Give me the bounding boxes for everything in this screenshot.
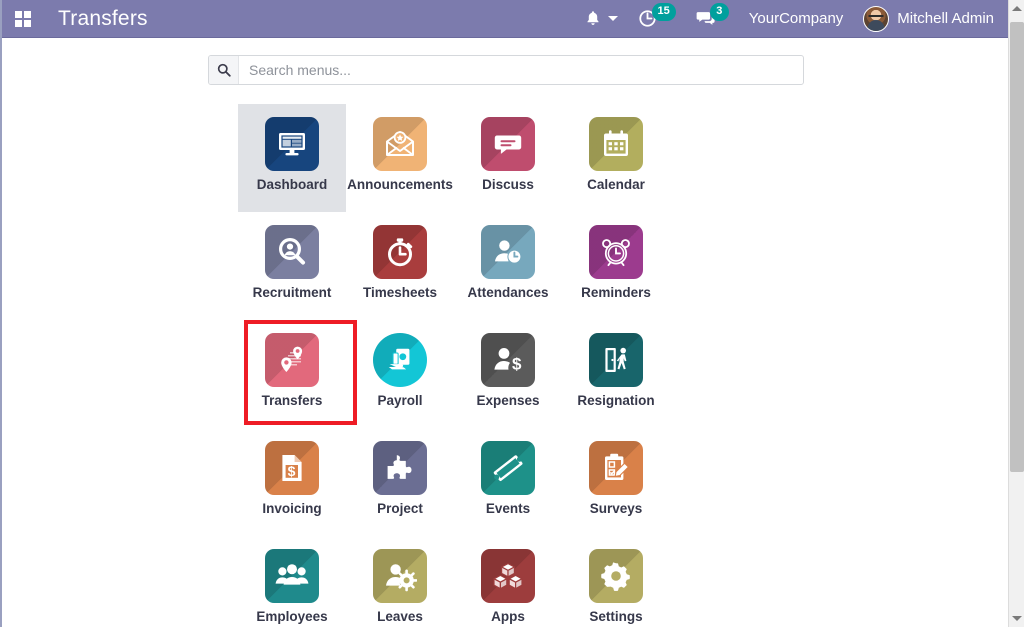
app-label: Events	[485, 501, 531, 516]
app-row: Employees Leaves Apps Settings	[2, 536, 1010, 627]
person-dollar-icon: $	[481, 333, 535, 387]
person-gear-icon	[373, 549, 427, 603]
messages-count-badge: 3	[709, 2, 729, 21]
top-navbar: Transfers 15 3 YourCompany Mitchell Admi…	[2, 0, 1010, 38]
map-pins-icon	[265, 333, 319, 387]
app-label: Dashboard	[256, 177, 328, 192]
search-icon-glyph	[217, 63, 231, 77]
app-row: $ Invoicing Project Events Surveys	[2, 428, 1010, 536]
search-row	[2, 55, 1010, 85]
app-employees[interactable]: Employees	[238, 536, 346, 627]
app-discuss[interactable]: Discuss	[454, 104, 562, 212]
app-label: Timesheets	[362, 285, 438, 300]
invoice-dollar-icon: $	[265, 441, 319, 495]
messages-wrap: 3	[696, 2, 729, 28]
app-calendar[interactable]: Calendar	[562, 104, 670, 212]
svg-text:$: $	[512, 355, 522, 374]
clipboard-pencil-icon	[589, 441, 643, 495]
app-surveys[interactable]: Surveys	[562, 428, 670, 536]
app-row: Transfers Payroll $ Expenses Resignation	[2, 320, 1010, 428]
person-clock-icon	[481, 225, 535, 279]
alarm-clock-icon	[589, 225, 643, 279]
people-group-icon	[265, 549, 319, 603]
search-icon[interactable]	[209, 56, 239, 84]
app-label: Calendar	[587, 177, 645, 192]
activities-menu[interactable]: 15	[628, 0, 686, 37]
stopwatch-icon	[373, 225, 427, 279]
notifications-menu[interactable]	[575, 0, 628, 37]
app-label: Surveys	[589, 501, 643, 516]
gear-icon	[589, 549, 643, 603]
app-dashboard[interactable]: Dashboard	[238, 104, 346, 212]
calendar-icon	[589, 117, 643, 171]
boxes-icon	[481, 549, 535, 603]
vertical-scrollbar[interactable]	[1008, 0, 1024, 627]
chevron-down-icon	[607, 16, 618, 21]
app-settings[interactable]: Settings	[562, 536, 670, 627]
apps-grid-icon[interactable]	[10, 6, 36, 32]
app-resignation[interactable]: Resignation	[562, 320, 670, 428]
activities-count-badge: 15	[651, 2, 676, 21]
app-row: Recruitment Timesheets Attendances Remin…	[2, 212, 1010, 320]
app-label: Resignation	[577, 393, 655, 408]
ticket-icon	[481, 441, 535, 495]
app-label: Attendances	[467, 285, 549, 300]
puzzle-piece-icon	[373, 441, 427, 495]
app-announcements[interactable]: Announcements	[346, 104, 454, 212]
avatar	[863, 5, 890, 32]
app-label: Project	[377, 501, 423, 516]
app-row: Dashboard Announcements Discuss Calendar	[2, 104, 1010, 212]
app-window: Transfers 15 3 YourCompany Mitchell Admi…	[0, 0, 1024, 627]
messages-menu[interactable]: 3	[686, 0, 739, 37]
app-label: Invoicing	[262, 501, 322, 516]
bell-wrap	[585, 10, 618, 27]
scroll-up-arrow[interactable]	[1009, 0, 1024, 17]
money-hand-icon	[373, 333, 427, 387]
scroll-down-arrow[interactable]	[1009, 610, 1024, 627]
app-leaves[interactable]: Leaves	[346, 536, 454, 627]
door-exit-icon	[589, 333, 643, 387]
app-label: Announcements	[347, 177, 453, 192]
navbar-right-group: 15 3 YourCompany Mitchell Admin	[575, 0, 1004, 37]
app-label: Recruitment	[252, 285, 332, 300]
bell-icon-glyph	[586, 11, 599, 25]
company-name: YourCompany	[748, 10, 844, 27]
page-title: Transfers	[58, 6, 148, 30]
app-label: Reminders	[581, 285, 651, 300]
activities-wrap: 15	[638, 2, 676, 28]
app-timesheets[interactable]: Timesheets	[346, 212, 454, 320]
app-project[interactable]: Project	[346, 428, 454, 536]
speech-bubble-icon	[481, 117, 535, 171]
user-menu[interactable]: Mitchell Admin	[853, 0, 1004, 37]
app-label: Apps	[491, 609, 525, 624]
svg-text:$: $	[288, 463, 296, 479]
app-attendances[interactable]: Attendances	[454, 212, 562, 320]
app-label: Discuss	[482, 177, 534, 192]
app-apps[interactable]: Apps	[454, 536, 562, 627]
scroll-thumb[interactable]	[1010, 22, 1024, 472]
apps-grid-glyph	[15, 10, 31, 27]
app-invoicing[interactable]: $ Invoicing	[238, 428, 346, 536]
app-reminders[interactable]: Reminders	[562, 212, 670, 320]
user-name: Mitchell Admin	[897, 10, 994, 27]
magnifier-person-icon	[265, 225, 319, 279]
app-events[interactable]: Events	[454, 428, 562, 536]
envelope-star-icon	[373, 117, 427, 171]
company-menu[interactable]: YourCompany	[739, 0, 854, 37]
app-payroll[interactable]: Payroll	[346, 320, 454, 428]
search-input[interactable]	[239, 56, 803, 84]
app-recruitment[interactable]: Recruitment	[238, 212, 346, 320]
app-transfers[interactable]: Transfers	[238, 320, 346, 428]
app-label: Employees	[256, 609, 328, 624]
search-box	[208, 55, 804, 85]
app-expenses[interactable]: $ Expenses	[454, 320, 562, 428]
app-label: Payroll	[377, 393, 423, 408]
app-label: Settings	[589, 609, 643, 624]
app-label: Leaves	[377, 609, 423, 624]
dashboard-monitor-icon	[265, 117, 319, 171]
app-label: Transfers	[261, 393, 323, 408]
app-label: Expenses	[476, 393, 540, 408]
apps-grid: Dashboard Announcements Discuss Calendar…	[2, 104, 1010, 627]
